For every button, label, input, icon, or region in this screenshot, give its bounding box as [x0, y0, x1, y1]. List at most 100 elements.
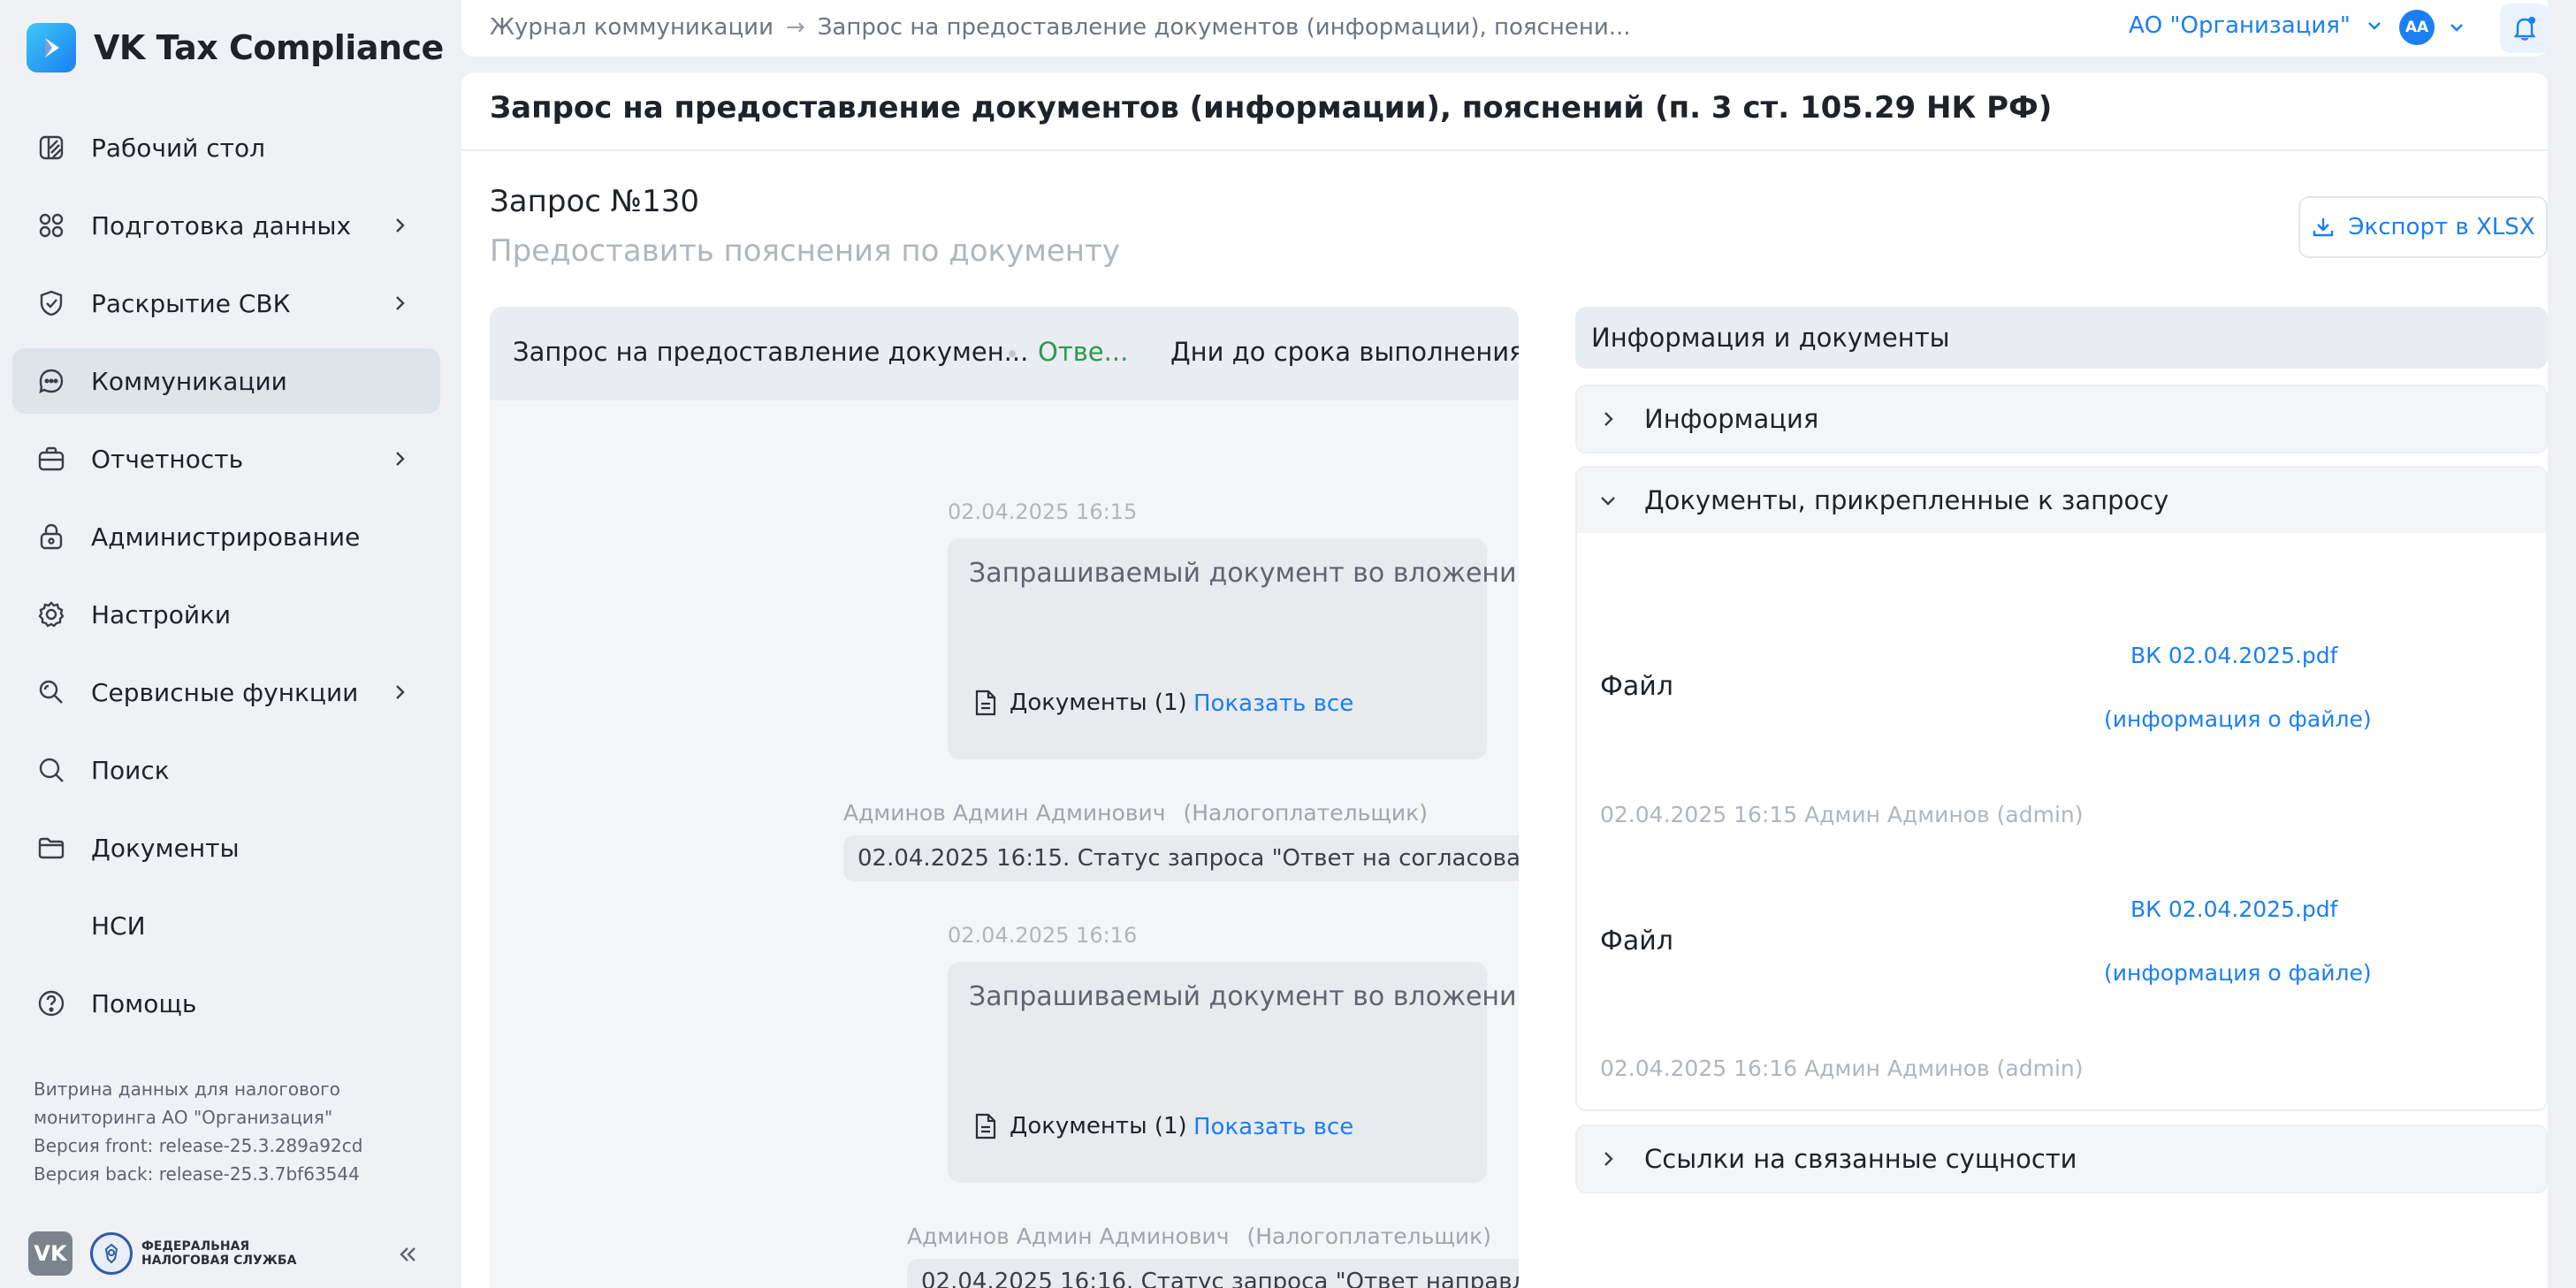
- info-documents-header: Информация и документы: [1575, 307, 2548, 369]
- chevron-down-icon: [1601, 497, 1615, 506]
- service-search-icon: [35, 676, 67, 708]
- notifications-button[interactable]: [2500, 4, 2549, 53]
- chevron-right-icon: [396, 218, 405, 232]
- message-bubble: Запрашиваемый документ во вложении. Доку…: [948, 962, 1519, 1183]
- days-to-deadline: Дни до срока выполнения: -: [1170, 337, 1519, 367]
- chevron-right-icon: [396, 452, 405, 466]
- sidebar-bottom: VK ФЕДЕРАЛЬНАЯ НАЛОГОВАЯ СЛУЖБА: [28, 1229, 426, 1278]
- file-meta: 02.04.2025 16:15 Админ Админов (admin): [1600, 802, 2084, 827]
- page-title: Запрос на предоставление документов (инф…: [490, 90, 2053, 126]
- sidebar-item-admin[interactable]: Администрирование: [12, 504, 440, 569]
- data-prep-icon: [35, 210, 67, 241]
- show-all-link[interactable]: Показать все: [1193, 1114, 1353, 1140]
- request-subtitle: Предоставить пояснения по документу: [490, 233, 1120, 269]
- document-icon: [975, 1113, 996, 1139]
- bell-icon: [2513, 17, 2536, 41]
- app-name: VK Tax Compliance: [94, 28, 444, 67]
- sidebar: VK Tax Compliance Рабочий стол Подготовк…: [0, 0, 458, 1288]
- accordion-title: Ссылки на связанные сущности: [1644, 1144, 2077, 1174]
- status-change-note: 02.04.2025 16:15. Статус запроса "Ответ …: [843, 835, 1519, 881]
- file-info-link[interactable]: (информация о файле): [2104, 960, 2372, 986]
- accordion-header[interactable]: Информация: [1577, 386, 2546, 452]
- help-icon: [35, 987, 67, 1019]
- attachments-label: Документы (1): [1010, 1113, 1187, 1139]
- sidebar-item-search[interactable]: Поиск: [12, 737, 440, 803]
- vk-logo-icon: [27, 23, 76, 72]
- chevron-right-icon: [396, 685, 405, 699]
- show-all-link[interactable]: Показать все: [1193, 690, 1353, 717]
- collapse-sidebar-icon[interactable]: [394, 1241, 421, 1268]
- chat-icon: [35, 365, 67, 397]
- file-label: Файл: [1600, 671, 1673, 702]
- attachments-label: Документы (1): [1010, 690, 1187, 716]
- attachments-button[interactable]: Документы (1): [974, 689, 1187, 717]
- version-info: Витрина данных для налогового мониторинг…: [34, 1075, 423, 1188]
- breadcrumb-root[interactable]: Журнал коммуникации: [490, 14, 774, 41]
- sidebar-nav: Рабочий стол Подготовка данных Раскрытие…: [12, 115, 440, 1048]
- top-bar: Журнал коммуникации → Запрос на предоста…: [461, 0, 2549, 57]
- sidebar-item-label: Рабочий стол: [91, 133, 266, 163]
- sidebar-item-communications[interactable]: Коммуникации: [12, 348, 440, 414]
- admin-lock-icon: [35, 521, 67, 553]
- sidebar-item-label: Поиск: [91, 755, 170, 785]
- message-author: Админов Админ Админович (Налогоплательщи…: [907, 1223, 1491, 1249]
- fns-emblem-icon: [90, 1232, 133, 1275]
- sidebar-item-nsi[interactable]: НСИ: [12, 893, 440, 958]
- sidebar-item-label: Подготовка данных: [91, 210, 352, 240]
- folder-icon: [35, 832, 67, 864]
- sidebar-item-help[interactable]: Помощь: [12, 971, 440, 1036]
- chevron-right-icon: [1604, 412, 1613, 426]
- sidebar-item-label: Отчетность: [91, 444, 244, 474]
- accordion-title: Информация: [1644, 404, 1819, 434]
- file-name-link[interactable]: ВК 02.04.2025.pdf: [2130, 643, 2337, 668]
- export-label: Экспорт в XLSX: [2348, 214, 2535, 240]
- attachments-button[interactable]: Документы (1): [974, 1112, 1187, 1140]
- avatar[interactable]: АА: [2399, 10, 2435, 45]
- desktop-icon: [35, 132, 67, 164]
- breadcrumb-arrow-icon: →: [785, 14, 805, 41]
- footer-line: Версия back: release-25.3.7bf63544: [34, 1163, 360, 1185]
- footer-line: мониторинга АО "Организация": [34, 1107, 333, 1128]
- briefcase-icon: [35, 443, 67, 475]
- file-name-link[interactable]: ВК 02.04.2025.pdf: [2130, 896, 2337, 922]
- breadcrumb-current: Запрос на предоставление документов (инф…: [817, 14, 1631, 41]
- download-icon: [2313, 218, 2334, 237]
- sidebar-item-service[interactable]: Сервисные функции: [12, 659, 440, 725]
- sidebar-item-reports[interactable]: Отчетность: [12, 426, 440, 492]
- fns-text: ФЕДЕРАЛЬНАЯ НАЛОГОВАЯ СЛУЖБА: [141, 1239, 297, 1268]
- message-text: Запрашиваемый документ во вложении.: [969, 558, 1519, 589]
- chevron-right-icon: [1604, 1152, 1613, 1166]
- shield-icon: [35, 287, 67, 319]
- status-change-note: 02.04.2025 16:16. Статус запроса "Ответ …: [907, 1259, 1519, 1288]
- accordion-header[interactable]: Документы, прикрепленные к запросу: [1577, 468, 2546, 533]
- search-icon: [35, 754, 67, 786]
- footer-line: Витрина данных для налогового: [34, 1078, 340, 1100]
- sidebar-item-svk[interactable]: Раскрытие СВК: [12, 271, 440, 336]
- breadcrumb: Журнал коммуникации → Запрос на предоста…: [490, 14, 1631, 41]
- message-text: Запрашиваемый документ во вложении.: [969, 981, 1519, 1012]
- export-xlsx-button[interactable]: Экспорт в XLSX: [2298, 196, 2548, 258]
- communication-thread: Запрос на предоставление докумен... Отве…: [490, 307, 1519, 1288]
- sidebar-item-label: НСИ: [91, 911, 146, 941]
- sidebar-item-label: Коммуникации: [91, 366, 287, 396]
- org-selector[interactable]: АО "Организация": [2129, 12, 2384, 39]
- document-icon: [975, 690, 996, 716]
- divider: [461, 149, 2548, 151]
- gear-icon: [35, 598, 67, 630]
- sidebar-item-label: Администрирование: [91, 522, 361, 552]
- message-time: 02.04.2025 16:16: [948, 923, 1138, 948]
- accordion-attached-documents: Документы, прикрепленные к запросу Файл …: [1575, 466, 2548, 1111]
- sidebar-item-documents[interactable]: Документы: [12, 815, 440, 880]
- brand[interactable]: VK Tax Compliance: [27, 21, 444, 74]
- message-time: 02.04.2025 16:15: [948, 499, 1138, 524]
- sidebar-item-settings[interactable]: Настройки: [12, 582, 440, 647]
- sidebar-item-desktop[interactable]: Рабочий стол: [12, 115, 440, 180]
- main-content: Запрос на предоставление документов (инф…: [461, 72, 2548, 1288]
- sidebar-item-data-prep[interactable]: Подготовка данных: [12, 193, 440, 258]
- thread-header: Запрос на предоставление докумен... Отве…: [490, 307, 1519, 400]
- file-info-link[interactable]: (информация о файле): [2104, 706, 2372, 732]
- accordion-header[interactable]: Ссылки на связанные сущности: [1577, 1126, 2546, 1192]
- fns-logo: ФЕДЕРАЛЬНАЯ НАЛОГОВАЯ СЛУЖБА: [90, 1232, 296, 1275]
- sidebar-item-label: Помощь: [91, 988, 197, 1018]
- chevron-down-icon[interactable]: [2447, 18, 2466, 37]
